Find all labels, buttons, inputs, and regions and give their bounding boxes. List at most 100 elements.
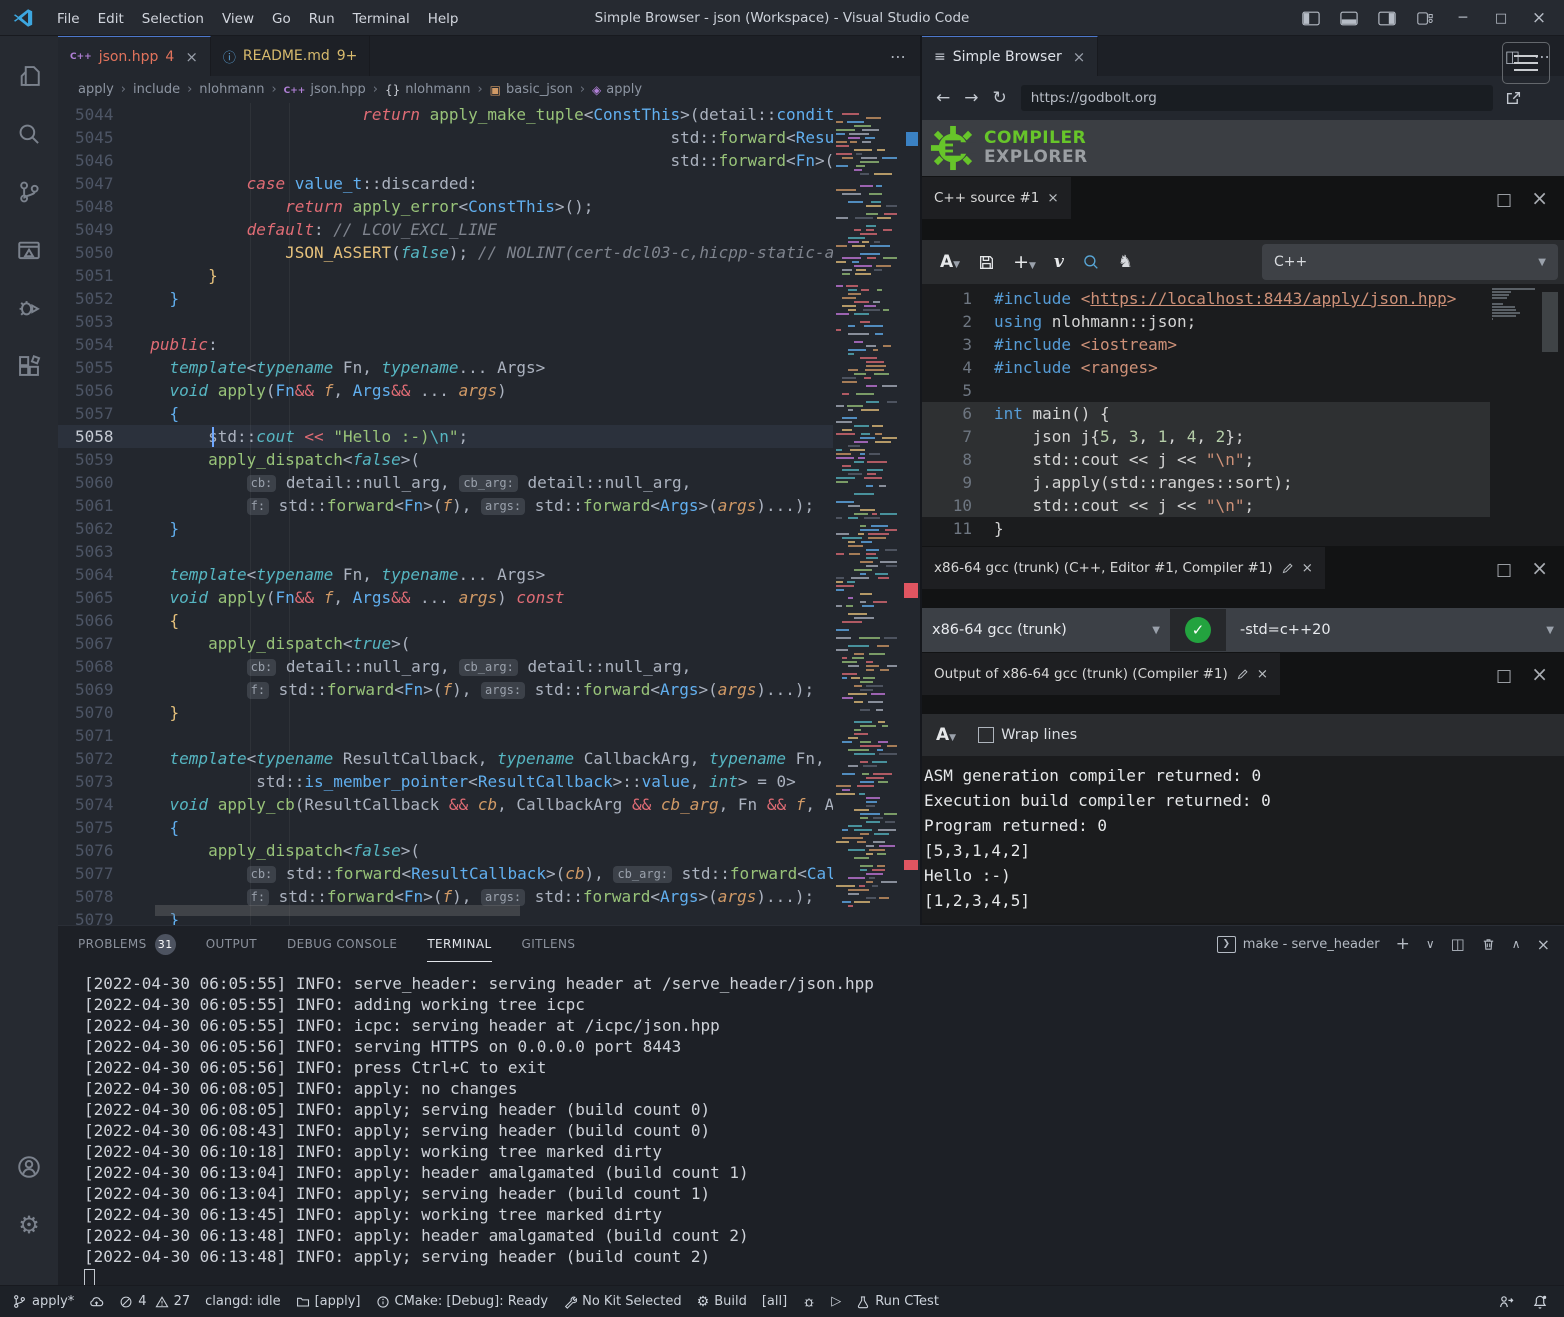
source-tab[interactable]: C++ source #1× (922, 177, 1071, 219)
panel-tab-gitlens[interactable]: GITLENS (522, 927, 576, 962)
save-icon[interactable] (978, 254, 995, 271)
add-icon[interactable]: +▼ (1013, 251, 1036, 273)
status-bell[interactable] (1532, 1294, 1548, 1310)
code-line[interactable]: 1#include <https://localhost:8443/apply/… (922, 287, 1490, 310)
cmake-icon[interactable] (0, 224, 58, 276)
extensions-icon[interactable] (0, 340, 58, 392)
trash-icon[interactable] (1481, 937, 1496, 952)
more-actions-icon[interactable]: ⋯ (890, 47, 906, 66)
code-line[interactable]: 5059 apply_dispatch<false>( (58, 448, 833, 471)
compiler-tab[interactable]: x86-64 gcc (trunk) (C++, Editor #1, Comp… (922, 547, 1325, 589)
breadcrumb-item[interactable]: include (133, 82, 180, 97)
code-line[interactable]: 11} (922, 517, 1490, 540)
tab-readme-md[interactable]: ⓘ README.md 9+ (211, 36, 371, 76)
code-line[interactable]: 5055 template<typename Fn, typename... A… (58, 356, 833, 379)
status-item[interactable]: [all] (762, 1294, 787, 1309)
maximize-icon[interactable]: □ (1496, 190, 1512, 210)
breadcrumb-item[interactable]: ◈apply (592, 82, 642, 97)
edit-icon[interactable] (1281, 562, 1294, 575)
menu-file[interactable]: File (48, 11, 89, 27)
terminal-output[interactable]: [2022-04-30 06:05:55] INFO: serve_header… (84, 973, 874, 1288)
code-line[interactable]: 5075 { (58, 816, 833, 839)
code-line[interactable]: 5047 case value_t::discarded: (58, 172, 833, 195)
code-line[interactable]: 5067 apply_dispatch<true>( (58, 632, 833, 655)
code-line[interactable]: 5062 } (58, 517, 833, 540)
code-line[interactable]: 5056 void apply(Fn&& f, Args&& ... args) (58, 379, 833, 402)
code-line[interactable]: 5054 public: (58, 333, 833, 356)
menu-selection[interactable]: Selection (133, 11, 213, 27)
url-input[interactable]: https://godbolt.org (1021, 85, 1493, 111)
maximize-icon[interactable]: □ (1496, 560, 1512, 580)
hamburger-menu-icon[interactable] (1502, 42, 1550, 84)
search-icon[interactable] (0, 108, 58, 160)
code-line[interactable]: 3#include <iostream> (922, 333, 1490, 356)
vim-icon[interactable]: v (1054, 252, 1064, 272)
status-item[interactable]: clangd: idle (205, 1294, 280, 1309)
code-line[interactable]: 9 j.apply(std::ranges::sort); (922, 471, 1490, 494)
breadcrumb-item[interactable]: C++json.hpp (284, 82, 366, 97)
code-line[interactable]: 5058 std::cout << "Hello :-)\n"; (58, 425, 833, 448)
code-line[interactable]: 5050 JSON_ASSERT(false); // NOLINT(cert-… (58, 241, 833, 264)
menu-edit[interactable]: Edit (89, 11, 133, 27)
edit-icon[interactable] (1236, 668, 1249, 681)
panel-tab-debug-console[interactable]: DEBUG CONSOLE (287, 927, 397, 962)
minimize-icon[interactable]: ─ (1446, 3, 1480, 33)
back-icon[interactable]: ← (936, 88, 950, 108)
source-control-icon[interactable] (0, 166, 58, 218)
code-editor[interactable]: 5044 return apply_make_tuple<ConstThis>(… (58, 103, 833, 925)
terminal-session[interactable]: ❯ make - serve_header (1217, 936, 1380, 953)
status-branch[interactable]: apply* (12, 1294, 74, 1309)
code-line[interactable]: 5070 } (58, 701, 833, 724)
breadcrumb-item[interactable]: nlohmann (199, 82, 264, 97)
layout-sidebar-left-icon[interactable] (1294, 3, 1328, 33)
layout-sidebar-right-icon[interactable] (1370, 3, 1404, 33)
open-external-icon[interactable] (1505, 90, 1522, 107)
code-line[interactable]: 5046 std::forward<Fn>(f)); (58, 149, 833, 172)
close-icon[interactable]: × (1522, 3, 1556, 33)
status-bug[interactable] (802, 1295, 816, 1309)
account-icon[interactable] (0, 1141, 58, 1193)
code-line[interactable]: 5077 cb: std::forward<ResultCallback>(cb… (58, 862, 833, 885)
files-icon[interactable] (0, 50, 58, 102)
panel-tab-output[interactable]: OUTPUT (206, 927, 257, 962)
status-error[interactable]: 4 (119, 1294, 146, 1309)
chevron-down-icon[interactable]: ▼ (1546, 625, 1554, 636)
code-line[interactable]: 5049 default: // LCOV_EXCL_LINE (58, 218, 833, 241)
minimap[interactable] (833, 103, 897, 925)
scrollbar-thumb[interactable] (1542, 292, 1558, 352)
status-play[interactable]: ▷ (831, 1294, 841, 1309)
tab-simple-browser[interactable]: ≡ Simple Browser × (922, 36, 1098, 76)
wrap-lines-checkbox[interactable] (978, 727, 994, 743)
code-line[interactable]: 5048 return apply_error<ConstThis>(); (58, 195, 833, 218)
code-line[interactable]: 5068 cb: detail::null_arg, cb_arg: detai… (58, 655, 833, 678)
settings-icon[interactable]: ⚙ (0, 1199, 58, 1251)
code-line[interactable]: 5 (922, 379, 1490, 402)
code-line[interactable]: 5045 std::forward<ResultCallback>(cb), (58, 126, 833, 149)
horizontal-scrollbar[interactable] (155, 905, 520, 916)
status-warn[interactable]: 27 (155, 1294, 191, 1309)
customize-layout-icon[interactable] (1408, 3, 1442, 33)
code-line[interactable]: 5044 return apply_make_tuple<ConstThis>(… (58, 103, 833, 126)
output-tab[interactable]: Output of x86-64 gcc (trunk) (Compiler #… (922, 653, 1280, 695)
language-select[interactable]: C++▼ (1262, 244, 1558, 280)
code-line[interactable]: 2using nlohmann::json; (922, 310, 1490, 333)
compiler-options-input[interactable]: -std=c++20 (1240, 622, 1546, 638)
code-line[interactable]: 5052 } (58, 287, 833, 310)
breadcrumb-item[interactable]: ▣basic_json (490, 82, 573, 97)
code-line[interactable]: 5066 { (58, 609, 833, 632)
close-icon[interactable]: × (1047, 190, 1058, 206)
status-gear[interactable]: ⚙Build (697, 1294, 747, 1310)
close-icon[interactable]: × (1531, 186, 1548, 210)
breadcrumb-item[interactable]: {}nlohmann (385, 82, 470, 97)
status-info[interactable]: CMake: [Debug]: Ready (376, 1294, 549, 1309)
close-icon[interactable]: × (185, 48, 198, 66)
status-remote[interactable] (1498, 1294, 1514, 1310)
code-line[interactable]: 10 std::cout << j << "\n"; (922, 494, 1490, 517)
menu-view[interactable]: View (213, 11, 263, 27)
pony-icon[interactable]: ♞ (1118, 252, 1133, 272)
layout-panel-icon[interactable] (1332, 3, 1366, 33)
code-line[interactable]: 5065 void apply(Fn&& f, Args&& ... args)… (58, 586, 833, 609)
close-icon[interactable]: × (1531, 662, 1548, 686)
font-size-icon[interactable]: A▼ (936, 725, 956, 745)
plus-icon[interactable]: + (1396, 934, 1410, 954)
